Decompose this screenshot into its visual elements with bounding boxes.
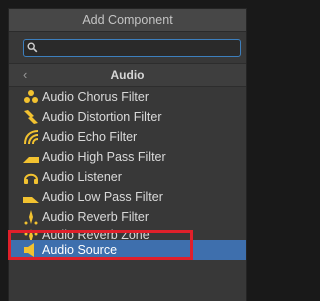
list-item-audio-high-pass-filter[interactable]: Audio High Pass Filter [9,147,246,167]
highlight-annotation [8,230,193,260]
search-input[interactable] [42,40,238,56]
list-item-label: Audio Echo Filter [42,130,138,144]
audio-echo-filter-icon [24,130,39,145]
list-item-audio-reverb-filter[interactable]: Audio Reverb Filter [9,207,246,227]
audio-low-pass-filter-icon [23,197,39,203]
search-bar [9,32,246,61]
list-item-audio-echo-filter[interactable]: Audio Echo Filter [9,127,246,147]
list-item-audio-chorus-filter[interactable]: Audio Chorus Filter [9,87,246,107]
audio-distortion-filter-icon [24,110,38,124]
list-item-audio-distortion-filter[interactable]: Audio Distortion Filter [9,107,246,127]
audio-reverb-filter-icon [24,210,38,225]
audio-listener-icon [24,173,38,184]
category-title: Audio [110,68,145,82]
list-item-label: Audio Low Pass Filter [42,190,163,204]
category-bar: ‹ Audio [9,63,246,87]
search-field[interactable] [23,39,241,57]
search-icon [27,42,38,53]
list-item-label: Audio Reverb Filter [42,210,149,224]
audio-high-pass-filter-icon [23,157,39,163]
audio-chorus-filter-icon [24,90,38,103]
list-item-label: Audio High Pass Filter [42,150,166,164]
list-item-label: Audio Chorus Filter [42,90,149,104]
list-item-audio-listener[interactable]: Audio Listener [9,167,246,187]
panel-title: Add Component [9,9,246,32]
list-item-label: Audio Distortion Filter [42,110,162,124]
list-item-audio-low-pass-filter[interactable]: Audio Low Pass Filter [9,187,246,207]
list-item-label: Audio Listener [42,170,122,184]
